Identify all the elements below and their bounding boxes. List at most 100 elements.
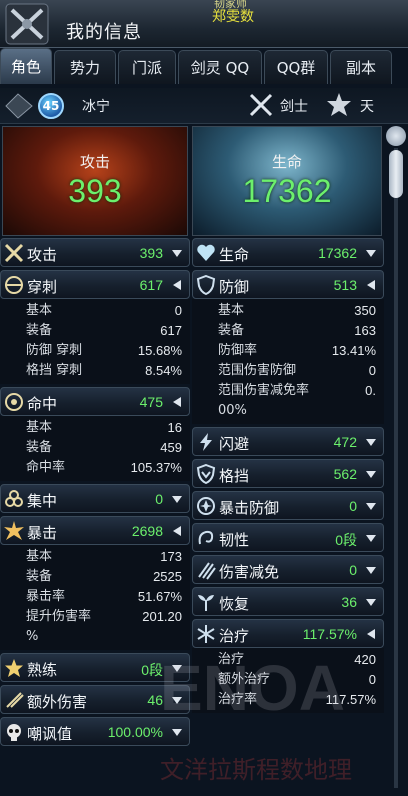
life-summary-card: 生命 17362 <box>192 126 382 236</box>
stat-attack: 攻击 393 <box>0 238 190 267</box>
tab-dungeon[interactable]: 副本 <box>330 50 392 84</box>
crossed-swords-emblem-icon <box>5 3 49 45</box>
character-name: 冰宁 <box>82 99 110 115</box>
stat-focus: 集中 0 <box>0 484 190 513</box>
chevron-down-icon[interactable] <box>365 468 377 480</box>
stat-crit-defense: 暴击防御 0 <box>192 491 384 520</box>
stat-tenacity: 韧性 0段 <box>192 523 384 552</box>
lightning-icon <box>200 433 212 451</box>
stat-defense-header[interactable]: 防御 513 <box>192 270 384 299</box>
claw-icon <box>198 562 216 580</box>
chevron-left-icon[interactable] <box>171 396 183 408</box>
tab-faction[interactable]: 势力 <box>54 50 116 84</box>
chevron-down-icon[interactable] <box>171 247 183 259</box>
stat-extra-damage: 额外伤害 46 <box>0 685 190 714</box>
stat-value: 475 <box>139 394 163 410</box>
chevron-left-icon[interactable] <box>171 279 183 291</box>
burst-icon <box>4 521 24 540</box>
attack-summary-card: 攻击 393 <box>2 126 188 236</box>
stat-value: 617 <box>139 277 163 293</box>
stat-healing: 治疗 117.57% 治疗 420 额外治疗 0 治疗率 117.57% <box>192 619 384 713</box>
stat-life: 生命 17362 <box>192 238 384 267</box>
chevron-left-icon[interactable] <box>365 628 377 640</box>
stat-pierce-header[interactable]: 穿刺 617 <box>0 270 190 299</box>
stat-damage-reduction: 伤害减免 0 <box>192 555 384 584</box>
tab-sect[interactable]: 门派 <box>118 50 176 84</box>
scroll-thumb[interactable] <box>389 150 403 198</box>
chevron-left-icon[interactable] <box>171 525 183 537</box>
chevron-down-icon[interactable] <box>365 596 377 608</box>
detail-row: 基本 350 <box>218 303 376 318</box>
stat-name: 集中 <box>27 492 58 510</box>
stat-threat-header[interactable]: 嘲讽值 100.00% <box>0 717 190 746</box>
tab-bns-qq[interactable]: 剑灵 QQ <box>178 50 262 84</box>
stat-name: 治疗 <box>219 627 250 645</box>
stat-value: 0段 <box>335 532 357 548</box>
chevron-down-icon[interactable] <box>171 694 183 706</box>
stat-recovery: 恢复 36 <box>192 587 384 616</box>
stat-extra-damage-header[interactable]: 额外伤害 46 <box>0 685 190 714</box>
stat-focus-header[interactable]: 集中 0 <box>0 484 190 513</box>
stat-name: 闪避 <box>219 435 250 453</box>
stat-attack-header[interactable]: 攻击 393 <box>0 238 190 267</box>
stat-name: 暴击 <box>27 524 58 542</box>
stat-value: 46 <box>147 692 163 708</box>
stat-value: 513 <box>333 277 357 293</box>
chevron-down-icon[interactable] <box>171 493 183 505</box>
chevron-down-icon[interactable] <box>365 247 377 259</box>
stat-value: 2698 <box>131 523 163 539</box>
stat-evasion-header[interactable]: 闪避 472 <box>192 427 384 456</box>
stat-mastery-header[interactable]: 熟练 0段 <box>0 653 190 682</box>
stat-healing-header[interactable]: 治疗 117.57% <box>192 619 384 648</box>
stat-defense: 防御 513 基本 350 装备 163 防御率 13.41% 范围伤害防御 0 范围伤… <box>192 270 384 424</box>
level-badge: 45 <box>38 93 64 119</box>
heart-icon <box>197 244 215 261</box>
stat-critical-header[interactable]: 暴击 2698 <box>0 516 190 545</box>
window-title: 我的信息 <box>66 22 142 43</box>
stat-mastery: 熟练 0段 <box>0 653 190 682</box>
stat-accuracy-header[interactable]: 命中 475 <box>0 387 190 416</box>
life-summary-value: 17362 <box>242 173 332 209</box>
stat-value: 36 <box>341 594 357 610</box>
stat-life-header[interactable]: 生命 17362 <box>192 238 384 267</box>
scroll-up-button[interactable] <box>386 126 406 146</box>
tab-qq-group[interactable]: QQ群 <box>264 50 328 84</box>
class-name: 剑士 <box>280 99 308 115</box>
stat-block: 格挡 562 <box>192 459 384 488</box>
detail-row: 范围伤害减免率 0. <box>218 383 376 398</box>
chevron-down-icon[interactable] <box>365 500 377 512</box>
stat-defense-details: 基本 350 装备 163 防御率 13.41% 范围伤害防御 0 范围伤害减免率 0. … <box>192 299 384 424</box>
detail-row: 额外治疗 0 <box>218 672 376 687</box>
tab-character[interactable]: 角色 <box>0 48 52 84</box>
stat-value: 0 <box>349 562 357 578</box>
chevron-down-icon[interactable] <box>365 532 377 544</box>
chevron-left-icon[interactable] <box>365 279 377 291</box>
detail-wrap: 00% <box>218 403 247 418</box>
attack-summary-value: 393 <box>68 173 122 209</box>
life-summary-label: 生命 <box>271 153 302 171</box>
stat-tenacity-header[interactable]: 韧性 0段 <box>192 523 384 552</box>
chevron-down-icon[interactable] <box>171 726 183 738</box>
stat-crit-defense-header[interactable]: 暴击防御 0 <box>192 491 384 520</box>
chevron-down-icon[interactable] <box>365 436 377 448</box>
scroll-track[interactable] <box>394 148 398 788</box>
scrollbar[interactable] <box>386 126 406 794</box>
chevron-down-icon[interactable] <box>171 662 183 674</box>
detail-row: 基本 173 <box>26 549 182 564</box>
detail-row: 治疗率 117.57% <box>218 692 376 707</box>
stat-value: 393 <box>139 245 163 261</box>
stat-recovery-header[interactable]: 恢复 36 <box>192 587 384 616</box>
stat-damage-reduction-header[interactable]: 伤害减免 0 <box>192 555 384 584</box>
stat-pierce-details: 基本 0 装备 617 防御 穿刺 15.68% 格挡 穿刺 8.54% <box>0 299 190 384</box>
stat-value: 0段 <box>141 662 163 678</box>
stat-block-header[interactable]: 格挡 562 <box>192 459 384 488</box>
left-stat-column: 攻击 393 穿刺 617 基本 0 装备 617 防御 穿刺 15.68% 格挡 穿… <box>0 238 190 749</box>
detail-row: 暴击率 51.67% <box>26 589 182 604</box>
stat-name: 生命 <box>219 246 250 264</box>
detail-row: 防御 穿刺 15.68% <box>26 343 182 358</box>
detail-row: 基本 16 <box>26 420 182 435</box>
title-bar: 韧家师 我的信息 郑雯数 <box>0 0 408 48</box>
detail-row: 命中率 105.37% <box>26 460 182 475</box>
chevron-down-icon[interactable] <box>365 564 377 576</box>
stat-threat: 嘲讽值 100.00% <box>0 717 190 746</box>
